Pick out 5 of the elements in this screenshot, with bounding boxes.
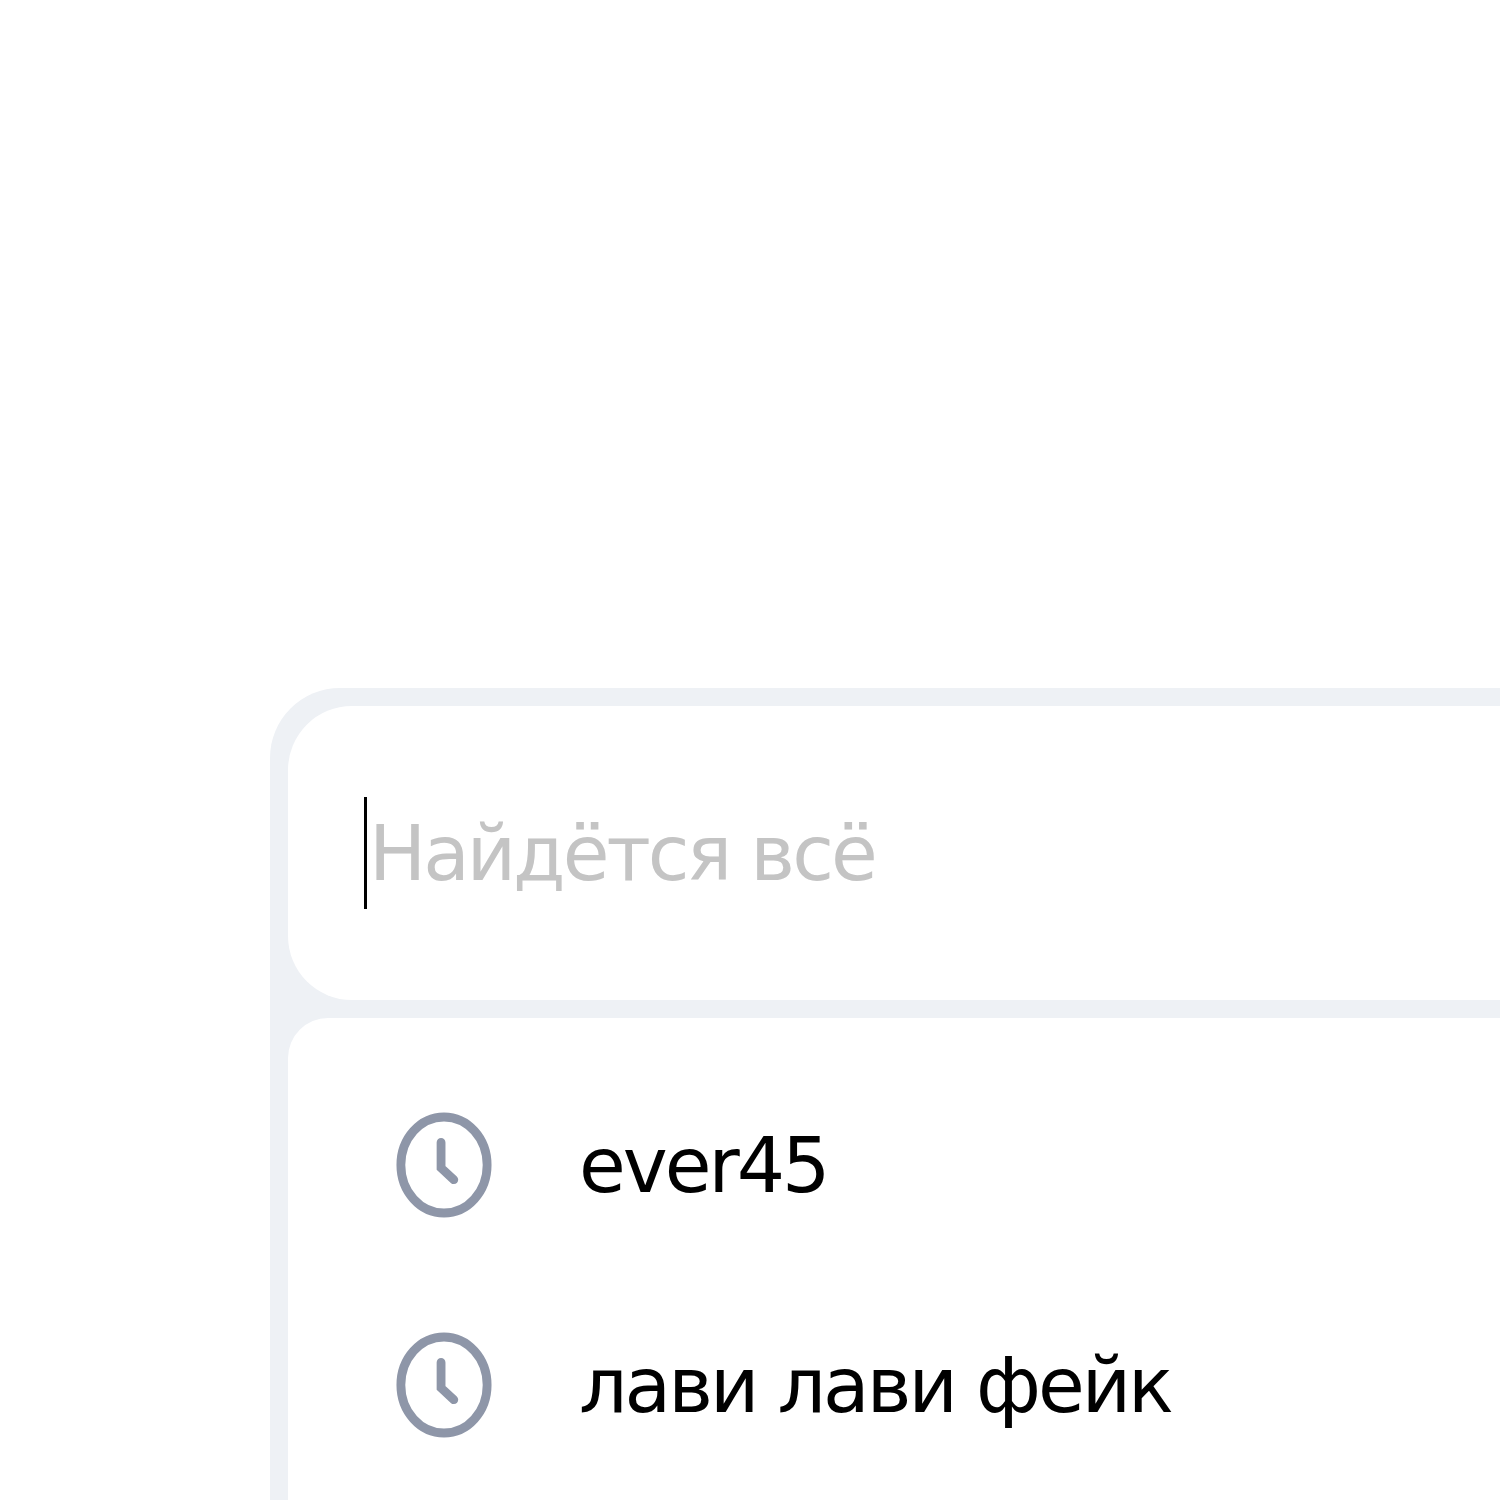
clock-icon xyxy=(395,1110,493,1220)
suggestion-item[interactable]: ever45 xyxy=(288,1110,1500,1220)
search-field[interactable]: Найдётся всё xyxy=(288,706,1500,1000)
clock-icon xyxy=(395,1330,493,1440)
suggestion-item[interactable]: лави лави фейк xyxy=(288,1330,1500,1440)
